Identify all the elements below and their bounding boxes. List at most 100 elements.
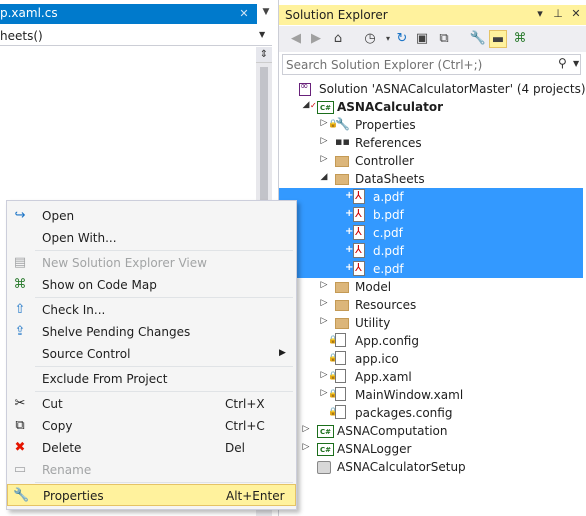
tree-item-label: app.ico xyxy=(355,352,399,366)
file-icon xyxy=(335,405,346,419)
tree-item[interactable]: ASNACalculatorSetup xyxy=(279,458,583,476)
tree-item[interactable]: ▷ 🔒 🔧 Properties xyxy=(279,116,583,134)
expand-arrow-icon[interactable]: ▷ xyxy=(319,136,329,146)
menu-separator xyxy=(35,391,293,392)
pending-add-icon: + xyxy=(345,226,354,237)
tree-item[interactable]: + a.pdf xyxy=(279,188,583,206)
tree-item-label: App.xaml xyxy=(355,370,412,384)
tab-overflow-icon[interactable]: ▼ xyxy=(260,7,272,19)
pdf-icon xyxy=(353,207,365,222)
show-all-files-icon[interactable]: ⧉ xyxy=(435,30,453,48)
shelve-icon: ⇪ xyxy=(14,324,26,339)
editor-tab[interactable]: p.xaml.cs ✕ xyxy=(0,4,257,24)
window-position-icon[interactable]: ▾ xyxy=(533,7,547,23)
solution-explorer-search[interactable]: ⚲ ▼ xyxy=(282,54,581,75)
tree-item[interactable]: + d.pdf xyxy=(279,242,583,260)
menu-item-properties[interactable]: 🔧 Properties Alt+Enter xyxy=(7,484,296,506)
close-icon[interactable]: ✕ xyxy=(569,7,583,23)
tree-item-label: ASNALogger xyxy=(337,442,412,456)
menu-item-show-on-code-map[interactable]: ⌘ Show on Code Map xyxy=(7,274,296,296)
solution-explorer-titlebar: Solution Explorer ▾ ⊥ ✕ xyxy=(279,5,586,25)
tree-item-label: MainWindow.xaml xyxy=(355,388,464,402)
menu-item-label: Copy xyxy=(42,419,73,433)
tree-item[interactable]: ▷ C# ASNALogger xyxy=(279,440,583,458)
menu-item-shelve-pending-changes[interactable]: ⇪ Shelve Pending Changes xyxy=(7,321,296,343)
tree-item[interactable]: + b.pdf xyxy=(279,206,583,224)
menu-item-open[interactable]: ↪ Open xyxy=(7,205,296,227)
tree-item-label: d.pdf xyxy=(373,244,404,258)
member-navigation-dropdown[interactable]: heets() ▼ xyxy=(0,26,272,46)
forward-icon[interactable]: ▶ xyxy=(307,30,325,48)
tree-item[interactable]: 🔒 app.ico xyxy=(279,350,583,368)
tree-item[interactable]: 🔒 packages.config xyxy=(279,404,583,422)
tree-item[interactable]: + c.pdf xyxy=(279,224,583,242)
menu-item-open-with[interactable]: Open With... xyxy=(7,227,296,249)
refresh-icon[interactable]: ↻ xyxy=(393,30,411,48)
tree-item[interactable]: ▷ ▪▪ References xyxy=(279,134,583,152)
split-window-icon[interactable]: ⇕ xyxy=(256,47,272,63)
menu-item-label: Open xyxy=(42,209,75,223)
code-map-icon[interactable]: ⌘ xyxy=(511,30,529,48)
tree-item[interactable]: ◢ ✓ C# ASNACalculator xyxy=(279,98,583,116)
menu-item-shortcut: Ctrl+C xyxy=(225,419,265,433)
collapse-all-icon[interactable]: ▣ xyxy=(413,30,431,48)
collapse-arrow-icon[interactable]: ◢ xyxy=(319,172,329,182)
file-icon xyxy=(335,333,346,347)
tree-item[interactable]: ◢ DataSheets xyxy=(279,170,583,188)
menu-item-label: Open With... xyxy=(42,231,117,245)
tree-item[interactable]: 🔒 App.config xyxy=(279,332,583,350)
menu-item-shortcut: Ctrl+X xyxy=(225,397,265,411)
delete-icon: ✖ xyxy=(14,440,26,455)
tree-item[interactable]: ▷ Controller xyxy=(279,152,583,170)
history-icon[interactable]: ◷ xyxy=(361,30,379,48)
menu-item-delete[interactable]: ✖ Delete Del xyxy=(7,437,296,459)
expand-arrow-icon[interactable]: ▷ xyxy=(319,298,329,308)
tree-item[interactable]: Solution 'ASNACalculatorMaster' (4 proje… xyxy=(279,80,586,98)
menu-item-label: Delete xyxy=(42,441,82,455)
copy-icon: ⧉ xyxy=(15,418,25,433)
menu-item-cut[interactable]: ✂ Cut Ctrl+X xyxy=(7,393,296,415)
pin-icon[interactable]: ⊥ xyxy=(551,7,565,23)
expand-arrow-icon[interactable]: ▷ xyxy=(319,316,329,326)
expand-arrow-icon[interactable]: ▷ xyxy=(319,154,329,164)
csharp-project-icon: C# xyxy=(317,425,334,438)
menu-item-shortcut: Del xyxy=(225,441,245,455)
home-icon[interactable]: ⌂ xyxy=(329,30,347,48)
properties-wrench-icon[interactable]: 🔧 xyxy=(469,30,487,48)
menu-item-exclude-from-project[interactable]: Exclude From Project xyxy=(7,368,296,390)
pdf-icon xyxy=(353,261,365,276)
search-icon[interactable]: ⚲ xyxy=(558,56,567,70)
menu-item-new-solution-explorer-view: ▤ New Solution Explorer View xyxy=(7,252,296,274)
tree-item[interactable]: ▷ Utility xyxy=(279,314,583,332)
preview-selected-icon[interactable]: ▬ xyxy=(489,30,507,48)
tree-item-label: App.config xyxy=(355,334,419,348)
open-icon: ↪ xyxy=(14,208,26,223)
tree-item-label: c.pdf xyxy=(373,226,403,240)
tree-item[interactable]: ▷ Model xyxy=(279,278,583,296)
menu-item-copy[interactable]: ⧉ Copy Ctrl+C xyxy=(7,415,296,437)
tree-item[interactable]: ▷ 🔒 MainWindow.xaml xyxy=(279,386,583,404)
menu-item-source-control[interactable]: Source Control ▶ xyxy=(7,343,296,365)
tree-item[interactable]: ▷ C# ASNAComputation xyxy=(279,422,583,440)
tree-item[interactable]: ▷ Resources xyxy=(279,296,583,314)
pdf-icon xyxy=(353,189,365,204)
expand-arrow-icon[interactable]: ▷ xyxy=(301,424,311,434)
back-icon[interactable]: ◀ xyxy=(287,30,305,48)
panel-title: Solution Explorer xyxy=(285,8,388,22)
tree-item[interactable]: ▷ 🔒 App.xaml xyxy=(279,368,583,386)
menu-item-shortcut: Alt+Enter xyxy=(226,489,285,503)
menu-item-check-in[interactable]: ⇧ Check In... xyxy=(7,299,296,321)
tree-item-label: Solution 'ASNACalculatorMaster' (4 proje… xyxy=(319,82,586,96)
tree-item-label: e.pdf xyxy=(373,262,404,276)
tree-item-label: a.pdf xyxy=(373,190,404,204)
close-icon[interactable]: ✕ xyxy=(236,6,252,22)
expand-arrow-icon[interactable]: ▷ xyxy=(301,442,311,452)
file-icon xyxy=(335,369,346,383)
tree-item[interactable]: + e.pdf xyxy=(279,260,583,278)
search-input[interactable] xyxy=(286,56,556,73)
tree-item-label: References xyxy=(355,136,422,150)
menu-item-label: Cut xyxy=(42,397,63,411)
expand-arrow-icon[interactable]: ▷ xyxy=(319,280,329,290)
chevron-down-icon[interactable]: ▼ xyxy=(573,59,579,68)
wrench-icon: 🔧 xyxy=(335,117,350,131)
